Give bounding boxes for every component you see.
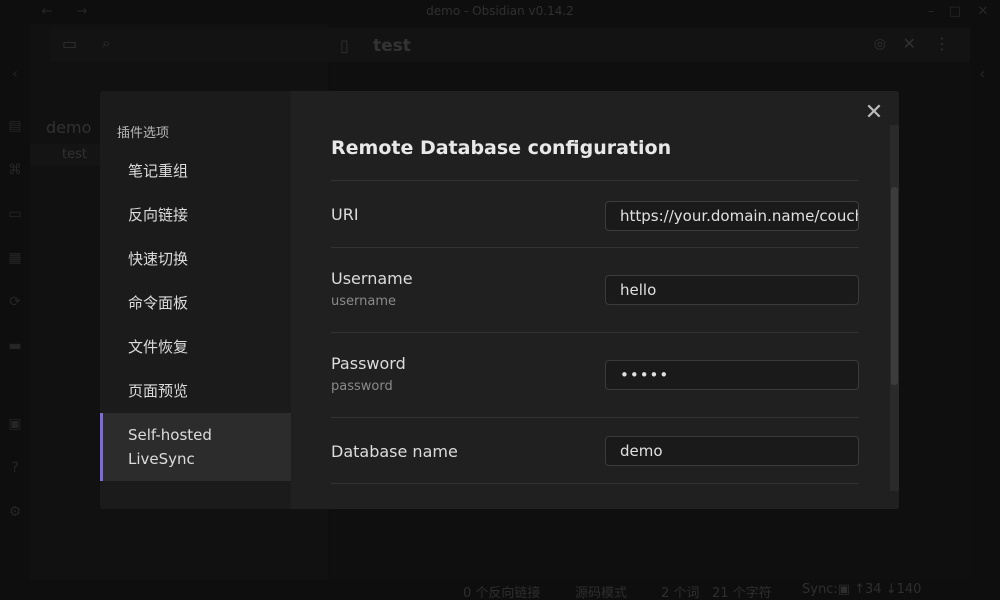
settings-nav: 插件选项 笔记重组 反向链接 快速切换 命令面板 文件恢复 页面预览 Self-… <box>100 91 291 509</box>
nav-item-quick-switcher[interactable]: 快速切换 <box>100 247 291 271</box>
setting-name-username: Username <box>331 269 413 288</box>
settings-content: ✕ Remote Database configuration URI User… <box>291 91 899 509</box>
nav-item-page-preview[interactable]: 页面预览 <box>100 379 291 403</box>
setting-desc-password: password <box>331 379 393 394</box>
content-scrollbar-thumb[interactable] <box>891 187 898 385</box>
nav-item-note-composer[interactable]: 笔记重组 <box>100 159 291 183</box>
setting-name-password: Password <box>331 354 406 373</box>
nav-item-label-line2: LiveSync <box>128 450 195 468</box>
content-scrollbar[interactable] <box>890 125 899 491</box>
setting-uri: URI <box>331 180 859 247</box>
setting-username: Username username <box>331 247 859 332</box>
obsidian-app: ← → demo - Obsidian v0.14.2 – □ ✕ ‹ ▤ ⌘ … <box>0 0 1000 600</box>
setting-desc-username: username <box>331 294 396 309</box>
uri-input[interactable] <box>605 201 859 231</box>
setting-name-uri: URI <box>331 205 359 224</box>
password-input[interactable] <box>605 360 859 390</box>
username-input[interactable] <box>605 275 859 305</box>
database-name-input[interactable] <box>605 436 859 466</box>
nav-item-label-line1: Self-hosted <box>128 426 212 444</box>
nav-group-title: 插件选项 <box>117 126 170 141</box>
close-icon[interactable]: ✕ <box>864 102 884 124</box>
nav-item-self-hosted-livesync[interactable]: Self-hosted LiveSync <box>100 413 291 481</box>
setting-database-name: Database name <box>331 417 859 484</box>
setting-password: Password password <box>331 332 859 417</box>
setting-name-database: Database name <box>331 442 458 461</box>
nav-item-command-palette[interactable]: 命令面板 <box>100 291 291 315</box>
nav-item-backlinks[interactable]: 反向链接 <box>100 203 291 227</box>
section-title: Remote Database configuration <box>331 137 672 159</box>
settings-modal: 插件选项 笔记重组 反向链接 快速切换 命令面板 文件恢复 页面预览 Self-… <box>100 91 899 509</box>
nav-item-file-recovery[interactable]: 文件恢复 <box>100 335 291 359</box>
